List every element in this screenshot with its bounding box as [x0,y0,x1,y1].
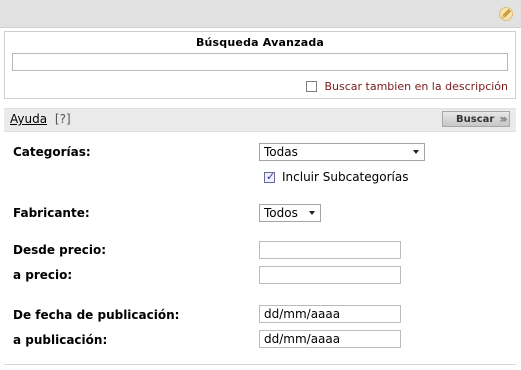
include-subcategories-label: Incluir Subcategorías [282,170,409,184]
top-bar [0,0,521,28]
search-description-checkbox[interactable] [306,81,318,92]
checkmark-icon: ✓ [266,169,276,183]
advanced-search-panel: Búsqueda Avanzada Buscar tambien en la d… [4,31,516,99]
search-button-label: Buscar [456,113,495,125]
manufacturer-label: Fabricante: [13,206,90,220]
price-from-label: Desde precio: [13,243,107,257]
date-to-label: a publicación: [13,333,108,347]
date-from-input[interactable]: dd/mm/aaaa [259,305,401,323]
manufacturer-select[interactable]: Todos [259,204,321,222]
action-bar: Ayuda [?] Buscar ››› [4,108,516,132]
chevron-down-icon [413,150,419,154]
categories-label: Categorías: [13,145,91,159]
double-chevron-right-icon: ››› [499,112,508,126]
divider [4,364,516,365]
keywords-input[interactable] [12,53,508,71]
include-subcategories-option[interactable]: ✓ Incluir Subcategorías [264,170,408,184]
price-to-label: a precio: [13,268,73,282]
price-from-input[interactable] [259,241,401,259]
pencil-icon[interactable] [499,7,513,21]
help-question-link[interactable]: [?] [55,112,71,126]
search-description-label: Buscar tambien en la descripción [324,80,508,93]
help-link[interactable]: Ayuda [10,112,47,126]
manufacturer-value: Todos [264,206,298,220]
date-from-label: De fecha de publicación: [13,308,180,322]
help-area: Ayuda [?] [10,112,71,126]
search-button[interactable]: Buscar ››› [442,111,510,127]
search-title: Búsqueda Avanzada [195,36,325,49]
categories-select[interactable]: Todas [259,143,425,161]
date-to-input[interactable]: dd/mm/aaaa [259,330,401,348]
include-subcategories-checkbox[interactable]: ✓ [264,169,276,183]
price-to-input[interactable] [259,266,401,284]
search-description-option[interactable]: Buscar tambien en la descripción [306,80,508,93]
chevron-down-icon [309,211,315,215]
categories-value: Todas [264,145,298,159]
